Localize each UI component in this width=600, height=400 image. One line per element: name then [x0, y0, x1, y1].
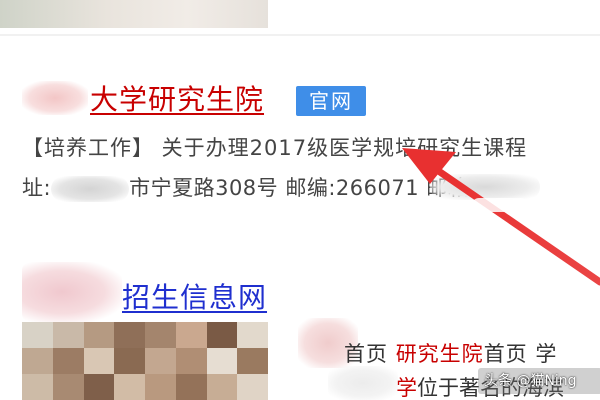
result-divider: [0, 34, 600, 36]
address-prefix: 址:: [22, 176, 52, 200]
thumbnail-mosaic-cell: [175, 348, 207, 374]
thumbnail-mosaic-cell: [114, 374, 145, 400]
watermark: 头条 @猫Ning: [478, 368, 600, 394]
thumbnail-mosaic-cell: [175, 322, 207, 348]
result1-snippet: 【培养工作】 关于办理2017级医学规培研究生课程: [22, 136, 528, 160]
previous-result-thumbnail[interactable]: [0, 0, 268, 28]
thumbnail-mosaic-cell: [22, 374, 53, 400]
search-results-page: 大学研究生院 官网 【培养工作】 关于办理2017级医学规培研究生课程 址: 市宁…: [0, 0, 600, 400]
thumbnail-mosaic-cell: [83, 374, 115, 400]
thumbnail-mosaic-cell: [52, 374, 84, 400]
thumbnail-mosaic-cell: [237, 322, 268, 348]
address-detail: 市宁夏路308号 邮编:266071 邮箱: [129, 176, 470, 200]
result1-title-text[interactable]: 大学研究生院: [90, 78, 264, 118]
snippet-highlight: 学: [396, 376, 417, 400]
redacted-blur: [22, 262, 122, 322]
redacted-blur: [328, 366, 398, 400]
thumbnail-mosaic-cell: [22, 348, 53, 374]
redacted-blur: [22, 81, 88, 115]
thumbnail-mosaic-cell: [52, 322, 84, 348]
thumbnail-mosaic-cell: [206, 348, 238, 374]
result2-thumbnail[interactable]: [22, 322, 268, 400]
thumbnail-mosaic-cell: [145, 348, 176, 374]
redacted-blur: [430, 174, 540, 200]
thumbnail-mosaic-cell: [83, 322, 115, 348]
thumbnail-mosaic-cell: [175, 374, 207, 400]
thumbnail-mosaic-cell: [52, 348, 84, 374]
official-site-badge[interactable]: 官网: [296, 86, 366, 116]
snippet-highlight: 研究生院: [395, 342, 484, 366]
thumbnail-mosaic-cell: [145, 374, 176, 400]
thumbnail-mosaic-cell: [237, 374, 268, 400]
redacted-blur: [51, 176, 130, 202]
thumbnail-mosaic-cell: [114, 348, 145, 374]
result1-title-link[interactable]: 大学研究生院: [22, 78, 264, 118]
snippet-text: 首页 学: [483, 342, 558, 366]
thumbnail-mosaic-cell: [206, 322, 238, 348]
thumbnail-mosaic-cell: [22, 322, 53, 348]
thumbnail-mosaic-cell: [237, 348, 268, 374]
thumbnail-mosaic-cell: [206, 374, 238, 400]
result2-snippet-line1: 首页 研究生院首页 学: [344, 338, 600, 368]
thumbnail-mosaic-cell: [145, 322, 176, 348]
result2-title-link[interactable]: 招生信息网: [122, 276, 267, 316]
thumbnail-mosaic-cell: [114, 322, 145, 348]
snippet-text: 首页: [344, 342, 396, 366]
thumbnail-mosaic-cell: [83, 348, 115, 374]
